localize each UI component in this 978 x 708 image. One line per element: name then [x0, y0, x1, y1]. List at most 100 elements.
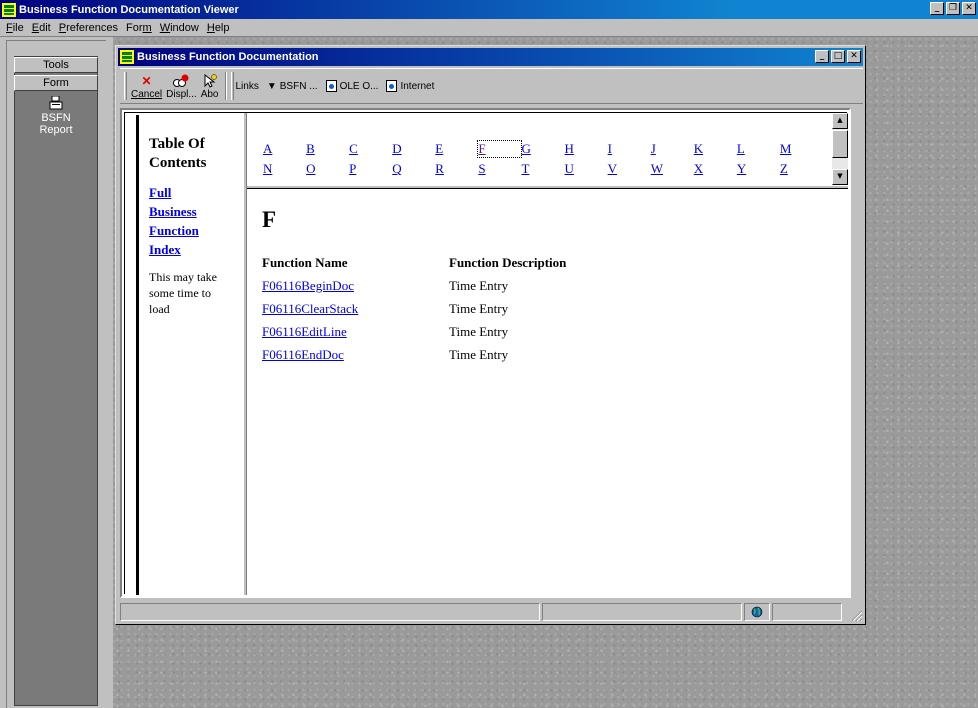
letter-link-k[interactable]: K — [694, 141, 737, 157]
letter-link-p[interactable]: P — [349, 161, 392, 177]
bsfn-report-button[interactable]: BSFN Report — [14, 96, 98, 136]
letter-link-q[interactable]: Q — [392, 161, 435, 177]
letter-link-w[interactable]: W — [651, 161, 694, 177]
letter-link-n[interactable]: N — [263, 161, 306, 177]
menu-window[interactable]: Window — [156, 22, 203, 34]
function-link[interactable]: F06116EndDoc — [262, 347, 344, 362]
window-icon — [120, 50, 134, 64]
function-description: Time Entry — [449, 346, 509, 362]
ole-label: OLE O... — [339, 80, 379, 92]
function-description: Time Entry — [449, 300, 509, 316]
form-tab[interactable]: Form — [14, 75, 98, 91]
function-link[interactable]: F06116ClearStack — [262, 301, 358, 316]
status-panel-end — [772, 603, 842, 621]
app-caption-buttons: _ ❐ ✕ — [930, 2, 976, 15]
letter-link-t[interactable]: T — [521, 161, 564, 177]
report-label-1: BSFN — [41, 112, 71, 124]
menu-help[interactable]: Help — [203, 22, 234, 34]
letter-link-i[interactable]: I — [608, 141, 651, 157]
letter-link-l[interactable]: L — [737, 141, 780, 157]
app-title-bar[interactable]: Business Function Documentation Viewer _… — [0, 0, 978, 19]
scroll-thumb[interactable] — [832, 130, 848, 158]
child-title-bar[interactable]: Business Function Documentation _ □ ✕ — [118, 48, 863, 66]
table-row: F06116EditLine Time Entry — [262, 323, 566, 346]
letter-link-j[interactable]: J — [651, 141, 694, 157]
column-header-name: Function Name — [262, 255, 348, 270]
function-table: Function Name Function Description F0611… — [262, 255, 566, 369]
close-icon[interactable]: ✕ — [962, 2, 976, 15]
status-bar — [120, 602, 863, 622]
letter-link-o[interactable]: O — [306, 161, 349, 177]
main-frame: F Function Name Function Description F06… — [247, 189, 848, 595]
letter-link-c[interactable]: C — [349, 141, 392, 157]
letter-link-y[interactable]: Y — [737, 161, 780, 177]
status-panel-secondary — [542, 603, 742, 621]
full-index-link[interactable]: Full Business Function Index — [149, 183, 229, 259]
function-link[interactable]: F06116BeginDoc — [262, 278, 354, 293]
letter-link-b[interactable]: B — [306, 141, 349, 157]
menu-preferences[interactable]: Preferences — [55, 22, 122, 34]
report-icon — [49, 96, 63, 110]
content-frame: Table Of Contents Full Business Function… — [120, 108, 851, 598]
child-maximize-icon[interactable]: □ — [831, 50, 845, 63]
rail-panel — [14, 56, 98, 706]
letter-link-f[interactable]: F — [477, 140, 523, 158]
cancel-label: Cancel — [131, 88, 163, 100]
full-index-line: Index — [149, 242, 181, 257]
app-title: Business Function Documentation Viewer — [19, 3, 239, 16]
alphabet-scrollbar[interactable]: ▲ ▼ — [832, 113, 848, 185]
toc-title-line1: Table Of — [149, 136, 205, 152]
child-minimize-icon[interactable]: _ — [815, 50, 829, 63]
full-index-line: Full — [149, 185, 172, 200]
tools-tab[interactable]: Tools — [14, 57, 98, 73]
content-inner: Table Of Contents Full Business Function… — [124, 112, 848, 595]
column-header-description: Function Description — [449, 255, 567, 270]
about-button[interactable]: Abo — [199, 73, 221, 100]
menu-edit[interactable]: Edit — [28, 22, 55, 34]
letter-link-v[interactable]: V — [608, 161, 651, 177]
internet-label: Internet — [400, 80, 435, 92]
ole-document-icon — [325, 80, 337, 92]
cancel-icon: ✕ — [141, 73, 152, 88]
full-index-line: Function — [149, 223, 199, 238]
letter-link-e[interactable]: E — [435, 141, 478, 157]
dropdown-arrow-icon: ▼ — [266, 80, 277, 92]
scroll-down-icon[interactable]: ▼ — [832, 169, 848, 185]
letter-link-s[interactable]: S — [478, 161, 521, 177]
toolbar-grip[interactable] — [124, 72, 127, 100]
display-icon — [173, 74, 189, 87]
letter-link-g[interactable]: G — [521, 141, 564, 157]
display-label: Displ... — [166, 88, 197, 100]
links-grip[interactable] — [230, 72, 234, 100]
function-link[interactable]: F06116EditLine — [262, 324, 347, 339]
child-close-icon[interactable]: ✕ — [847, 50, 861, 63]
function-description: Time Entry — [449, 323, 509, 339]
table-row: F06116ClearStack Time Entry — [262, 300, 566, 323]
letter-link-x[interactable]: X — [694, 161, 737, 177]
letter-link-a[interactable]: A — [263, 141, 306, 157]
scroll-up-icon[interactable]: ▲ — [832, 113, 848, 129]
links-label: Links — [235, 80, 259, 92]
letter-link-r[interactable]: R — [435, 161, 478, 177]
bsfn-link[interactable]: ▼ BSFN ... — [267, 81, 318, 92]
resize-grip-icon[interactable] — [849, 608, 863, 622]
letter-link-z[interactable]: Z — [780, 161, 823, 177]
toc-title-line2: Contents — [149, 155, 207, 171]
letter-link-h[interactable]: H — [565, 141, 608, 157]
menu-file[interactable]: File — [2, 22, 28, 34]
cancel-button[interactable]: ✕ Cancel — [129, 73, 164, 100]
toolbar-separator — [224, 72, 227, 100]
status-panel-main — [120, 603, 540, 621]
menu-form[interactable]: Form — [122, 22, 156, 34]
letter-link-m[interactable]: M — [780, 141, 823, 157]
minimize-icon[interactable]: _ — [930, 2, 944, 15]
toolbar: ✕ Cancel Displ... Abo Links ▼ BSFN ... O… — [120, 68, 863, 104]
letter-link-d[interactable]: D — [392, 141, 435, 157]
internet-document-icon — [386, 80, 398, 92]
restore-icon[interactable]: ❐ — [946, 2, 960, 15]
display-button[interactable]: Displ... — [164, 73, 199, 100]
ole-link[interactable]: OLE O... — [325, 80, 379, 92]
alphabet-frame: ABCDEFGHIJKLM NOPQRSTUVWXYZ ▲ ▼ — [247, 113, 848, 185]
internet-link[interactable]: Internet — [386, 80, 434, 92]
letter-link-u[interactable]: U — [565, 161, 608, 177]
